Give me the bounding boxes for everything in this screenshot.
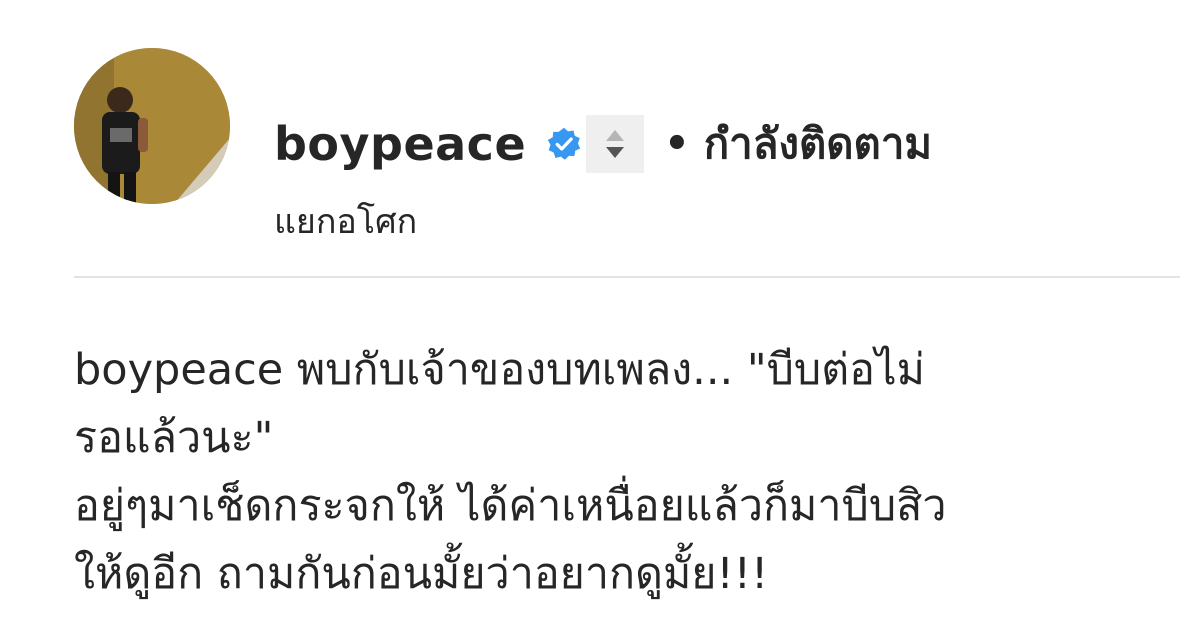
post-caption: boypeace พบกับเจ้าของบทเพลง... "บีบต่อไม… <box>74 336 1144 608</box>
avatar[interactable] <box>74 48 230 204</box>
verified-badge-icon <box>546 126 582 162</box>
user-line: boypeace • กำลังติดตาม <box>274 114 932 174</box>
caption-username[interactable]: boypeace <box>74 345 283 395</box>
sort-arrows-icon[interactable] <box>586 115 645 173</box>
caption-line-4: ให้ดูอีก ถามกันก่อนมั้ยว่าอยากดูมั้ย!!! <box>74 549 769 599</box>
post-header: boypeace • กำลังติดตาม แยกอโศก <box>74 48 1174 242</box>
following-button[interactable]: กำลังติดตาม <box>704 111 932 177</box>
location-link[interactable]: แยกอโศก <box>274 194 417 248</box>
caption-line-3: อยู่ๆมาเช็ดกระจกให้ ได้ค่าเหนื่อยแล้วก็ม… <box>74 481 947 531</box>
avatar-photo <box>74 48 230 204</box>
divider <box>74 276 1180 278</box>
caption-line-1: boypeace พบกับเจ้าของบทเพลง... "บีบต่อไม… <box>74 336 1144 404</box>
separator-dot: • <box>664 121 690 167</box>
caption-text-1: พบกับเจ้าของบทเพลง... "บีบต่อไม่ <box>296 345 925 395</box>
username[interactable]: boypeace <box>274 117 526 171</box>
caption-line-2: รอแล้วนะ" <box>74 413 274 463</box>
